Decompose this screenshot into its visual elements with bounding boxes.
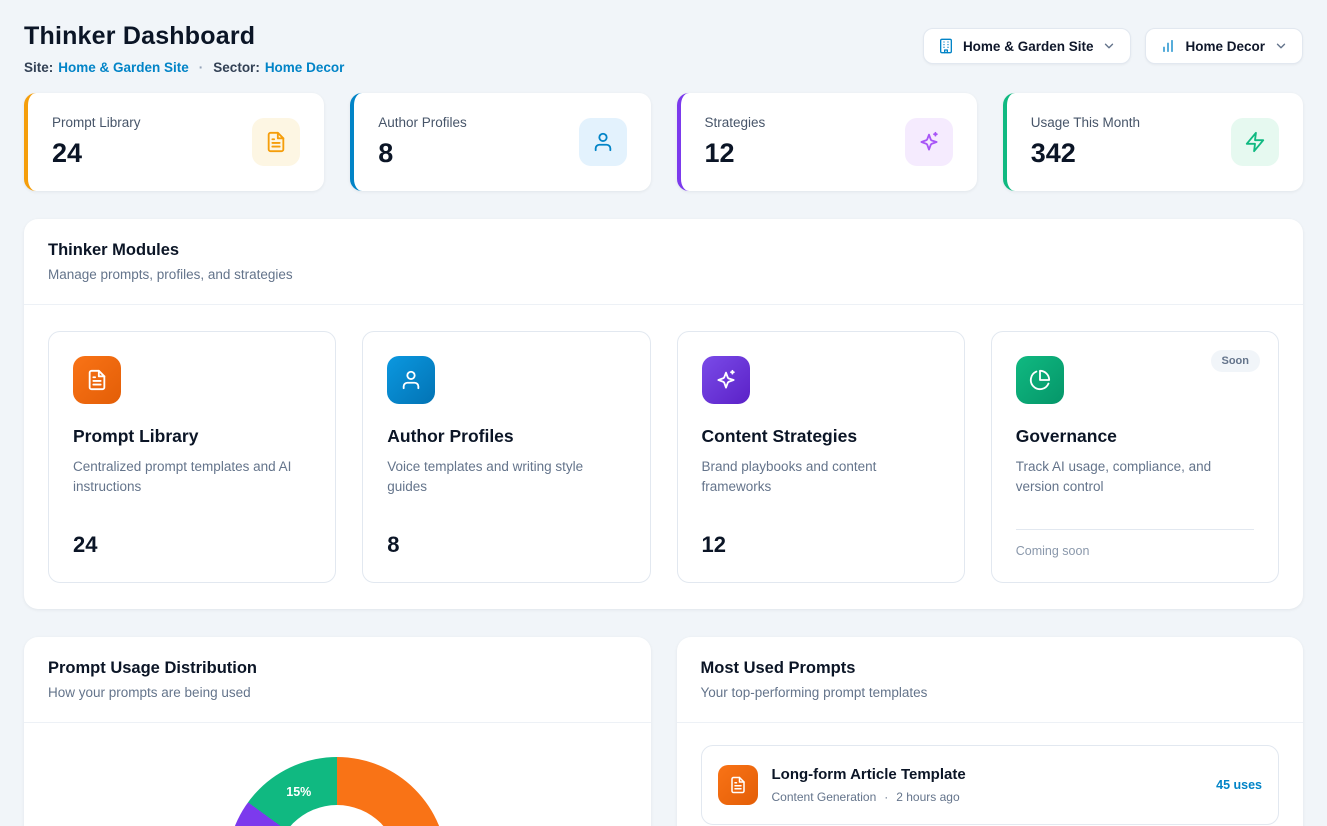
- site-selector-dropdown[interactable]: Home & Garden Site: [923, 28, 1132, 64]
- stat-value: 12: [705, 138, 766, 169]
- stat-label: Prompt Library: [52, 115, 141, 130]
- module-title: Author Profiles: [387, 426, 625, 447]
- modules-panel-subtitle: Manage prompts, profiles, and strategies: [48, 267, 1279, 282]
- sparkles-icon: [905, 118, 953, 166]
- most-used-panel-subtitle: Your top-performing prompt templates: [701, 685, 1280, 700]
- site-label: Site:: [24, 60, 53, 75]
- stat-card-strategies: Strategies 12: [677, 93, 977, 191]
- prompt-item-category: Content Generation: [772, 790, 877, 804]
- page-header: Thinker Dashboard Site: Home & Garden Si…: [24, 22, 1303, 75]
- module-description: Track AI usage, compliance, and version …: [1016, 457, 1254, 498]
- modules-panel-title: Thinker Modules: [48, 241, 1279, 260]
- stat-label: Strategies: [705, 115, 766, 130]
- module-description: Voice templates and writing style guides: [387, 457, 625, 498]
- module-footer: Coming soon: [1016, 544, 1254, 558]
- site-selector-label: Home & Garden Site: [963, 39, 1094, 54]
- usage-panel-header: Prompt Usage Distribution How your promp…: [24, 637, 651, 723]
- thinker-dashboard-page: Thinker Dashboard Site: Home & Garden Si…: [0, 0, 1327, 826]
- stat-text: Prompt Library 24: [52, 115, 141, 169]
- usage-panel-subtitle: How your prompts are being used: [48, 685, 627, 700]
- most-used-panel-title: Most Used Prompts: [701, 659, 1280, 678]
- thinker-modules-panel: Thinker Modules Manage prompts, profiles…: [24, 219, 1303, 609]
- module-count: 12: [702, 532, 940, 558]
- page-title: Thinker Dashboard: [24, 22, 344, 51]
- usage-distribution-panel: Prompt Usage Distribution How your promp…: [24, 637, 651, 826]
- prompt-list-item[interactable]: Long-form Article Template Content Gener…: [701, 745, 1280, 825]
- prompt-item-time: 2 hours ago: [896, 790, 959, 804]
- module-card-content-strategies[interactable]: Content Strategies Brand playbooks and c…: [677, 331, 965, 583]
- module-card-prompt-library[interactable]: Prompt Library Centralized prompt templa…: [48, 331, 336, 583]
- most-used-panel-header: Most Used Prompts Your top-performing pr…: [677, 637, 1304, 723]
- zap-icon: [1231, 118, 1279, 166]
- stat-text: Strategies 12: [705, 115, 766, 169]
- module-title: Content Strategies: [702, 426, 940, 447]
- site-link[interactable]: Home & Garden Site: [58, 60, 189, 75]
- user-icon: [579, 118, 627, 166]
- module-title: Governance: [1016, 426, 1254, 447]
- sector-label: Sector:: [213, 60, 260, 75]
- stat-label: Author Profiles: [378, 115, 467, 130]
- file-text-icon: [73, 356, 121, 404]
- most-used-prompts-panel: Most Used Prompts Your top-performing pr…: [677, 637, 1304, 826]
- stat-value: 8: [378, 138, 467, 169]
- module-card-governance[interactable]: Soon Governance Track AI usage, complian…: [991, 331, 1279, 583]
- sector-link[interactable]: Home Decor: [265, 60, 345, 75]
- sector-selector-label: Home Decor: [1185, 39, 1265, 54]
- modules-panel-header: Thinker Modules Manage prompts, profiles…: [24, 219, 1303, 305]
- stat-card-author-profiles: Author Profiles 8: [350, 93, 650, 191]
- module-title: Prompt Library: [73, 426, 311, 447]
- stat-value: 342: [1031, 138, 1140, 169]
- header-actions: Home & Garden Site Home Decor: [923, 28, 1303, 64]
- module-card-author-profiles[interactable]: Author Profiles Voice templates and writ…: [362, 331, 650, 583]
- bar-chart-icon: [1160, 38, 1176, 54]
- module-description: Brand playbooks and content frameworks: [702, 457, 940, 498]
- prompt-item-title: Long-form Article Template: [772, 766, 1203, 783]
- stat-card-prompt-library: Prompt Library 24: [24, 93, 324, 191]
- donut-segment-label: 15%: [286, 785, 311, 799]
- stat-value: 24: [52, 138, 141, 169]
- soon-badge: Soon: [1211, 350, 1261, 372]
- prompt-list: Long-form Article Template Content Gener…: [677, 723, 1304, 826]
- bottom-row: Prompt Usage Distribution How your promp…: [24, 637, 1303, 826]
- file-text-icon: [718, 765, 758, 805]
- prompt-item-meta: Content Generation · 2 hours ago: [772, 790, 1203, 804]
- stat-card-usage: Usage This Month 342: [1003, 93, 1303, 191]
- module-count: 8: [387, 532, 625, 558]
- stat-text: Usage This Month 342: [1031, 115, 1140, 169]
- modules-grid: Prompt Library Centralized prompt templa…: [24, 305, 1303, 609]
- module-description: Centralized prompt templates and AI inst…: [73, 457, 311, 498]
- breadcrumb: Site: Home & Garden Site · Sector: Home …: [24, 60, 344, 75]
- building-icon: [938, 38, 954, 54]
- header-left: Thinker Dashboard Site: Home & Garden Si…: [24, 22, 344, 75]
- stat-text: Author Profiles 8: [378, 115, 467, 169]
- chart-area: 15%: [24, 723, 651, 826]
- usage-donut-chart: 15%: [227, 757, 447, 826]
- user-icon: [387, 356, 435, 404]
- pie-chart-icon: [1016, 356, 1064, 404]
- sector-selector-dropdown[interactable]: Home Decor: [1145, 28, 1303, 64]
- chevron-down-icon: [1274, 39, 1288, 53]
- file-text-icon: [252, 118, 300, 166]
- module-count: 24: [73, 532, 311, 558]
- stat-label: Usage This Month: [1031, 115, 1140, 130]
- prompt-item-uses-badge: 45 uses: [1216, 778, 1262, 792]
- prompt-item-main: Long-form Article Template Content Gener…: [772, 766, 1203, 804]
- stats-row: Prompt Library 24 Author Profiles 8 Stra…: [24, 93, 1303, 191]
- breadcrumb-separator: ·: [199, 60, 204, 75]
- usage-panel-title: Prompt Usage Distribution: [48, 659, 627, 678]
- prompt-item-meta-separator: ·: [884, 790, 888, 804]
- chevron-down-icon: [1102, 39, 1116, 53]
- sparkles-icon: [702, 356, 750, 404]
- module-divider: [1016, 529, 1254, 530]
